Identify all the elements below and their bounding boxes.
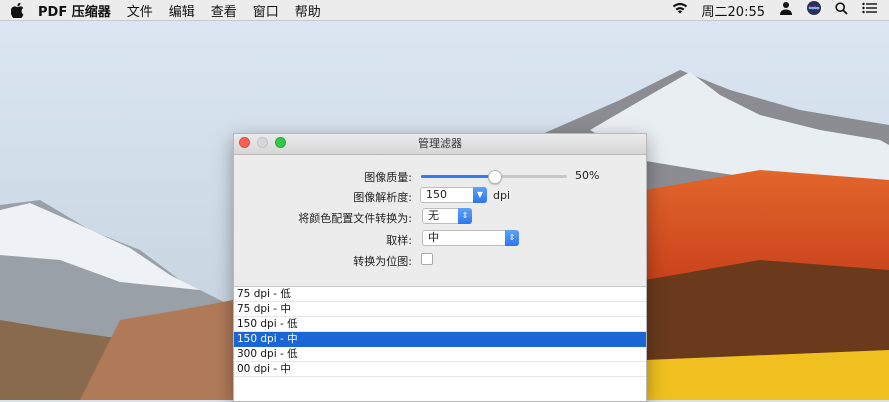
- manage-filters-window: 管理滤器 图像质量: 50% 图像解析度: 150 ▼ dpi 将颜色配置文件转…: [233, 133, 647, 402]
- image-resolution-combobox[interactable]: 150 ▼: [420, 187, 487, 203]
- search-icon[interactable]: [835, 1, 848, 19]
- list-item[interactable]: 75 dpi - 中: [234, 302, 646, 317]
- window-title: 管理滤器: [418, 137, 462, 150]
- image-quality-label: 图像质量:: [364, 171, 412, 184]
- color-profile-row: 将颜色配置文件转换为: 无 ⇕: [234, 208, 646, 226]
- sampling-value: 中: [428, 231, 439, 244]
- menu-file[interactable]: 文件: [119, 1, 161, 20]
- image-resolution-row: 图像解析度: 150 ▼ dpi: [234, 187, 646, 205]
- color-profile-value: 无: [428, 209, 439, 222]
- image-quality-value: 50%: [575, 169, 600, 182]
- image-resolution-value: 150: [426, 188, 447, 201]
- convert-bitmap-label: 转换为位图:: [353, 255, 412, 268]
- notification-center-icon[interactable]: [862, 2, 877, 18]
- filter-settings-form: 图像质量: 50% 图像解析度: 150 ▼ dpi 将颜色配置文件转换为: 无…: [234, 155, 646, 287]
- menu-window[interactable]: 窗口: [245, 1, 287, 20]
- image-resolution-label: 图像解析度:: [353, 191, 412, 204]
- close-button[interactable]: [239, 137, 250, 148]
- convert-bitmap-row: 转换为位图:: [234, 251, 646, 269]
- siri-icon[interactable]: [807, 1, 821, 19]
- wifi-icon[interactable]: [672, 2, 688, 18]
- color-profile-select[interactable]: 无 ⇕: [422, 208, 472, 224]
- updown-chevron-icon: ⇕: [458, 208, 472, 224]
- color-profile-label: 将颜色配置文件转换为:: [298, 212, 412, 225]
- chevron-down-icon[interactable]: ▼: [473, 187, 487, 203]
- list-item[interactable]: 300 dpi - 低: [234, 347, 646, 362]
- user-icon[interactable]: [779, 1, 793, 19]
- window-titlebar[interactable]: 管理滤器: [234, 134, 646, 155]
- zoom-button[interactable]: [275, 137, 286, 148]
- sampling-select[interactable]: 中 ⇕: [422, 230, 519, 246]
- list-item[interactable]: 150 dpi - 低: [234, 317, 646, 332]
- updown-chevron-icon: ⇕: [505, 230, 519, 246]
- menu-bar: PDF 压缩器 文件 编辑 查看 窗口 帮助 周二20:55: [0, 0, 889, 21]
- sampling-label: 取样:: [386, 234, 412, 247]
- slider-fill: [421, 175, 494, 178]
- image-quality-row: 图像质量: 50%: [234, 167, 646, 185]
- minimize-button[interactable]: [257, 137, 268, 148]
- menu-clock[interactable]: 周二20:55: [702, 1, 765, 20]
- menu-edit[interactable]: 编辑: [161, 1, 203, 20]
- list-item[interactable]: 00 dpi - 中: [234, 362, 646, 377]
- resolution-unit: dpi: [493, 189, 511, 202]
- menu-help[interactable]: 帮助: [287, 1, 329, 20]
- slider-knob[interactable]: [488, 170, 502, 184]
- list-item[interactable]: 75 dpi - 低: [234, 287, 646, 302]
- menu-app-name[interactable]: PDF 压缩器: [34, 1, 119, 20]
- list-item[interactable]: 150 dpi - 中: [234, 332, 646, 347]
- menu-view[interactable]: 查看: [203, 1, 245, 20]
- apple-menu-icon[interactable]: [0, 2, 34, 18]
- filter-list[interactable]: 75 dpi - 低 75 dpi - 中 150 dpi - 低 150 dp…: [234, 286, 646, 401]
- sampling-row: 取样: 中 ⇕: [234, 230, 646, 248]
- image-quality-slider[interactable]: [421, 170, 567, 184]
- convert-bitmap-checkbox[interactable]: [421, 253, 433, 265]
